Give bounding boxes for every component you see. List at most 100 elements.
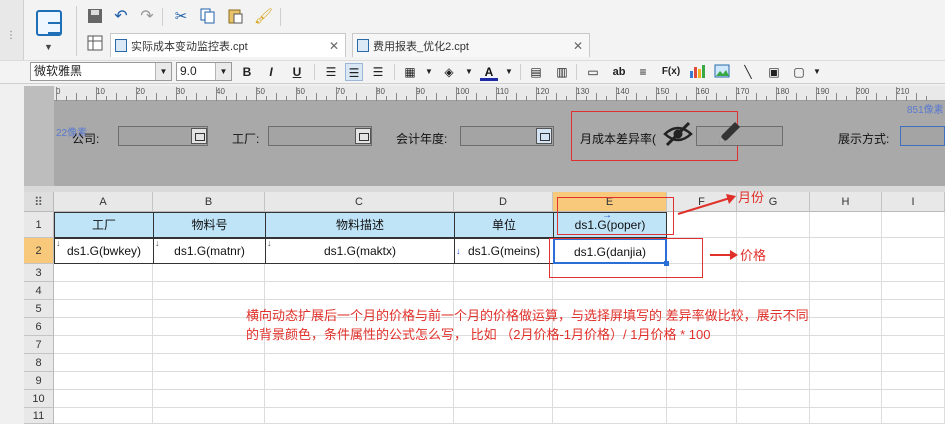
grid-cell[interactable] bbox=[667, 354, 737, 372]
underline-button[interactable]: U bbox=[288, 63, 306, 81]
row-header-6[interactable]: 6 bbox=[24, 318, 54, 336]
grid-cell[interactable] bbox=[553, 282, 667, 300]
grid-cell[interactable] bbox=[810, 372, 882, 390]
grid-cell[interactable] bbox=[882, 390, 945, 408]
grid-cell[interactable] bbox=[667, 408, 737, 424]
grid-cell[interactable] bbox=[737, 408, 810, 424]
close-icon[interactable]: ✕ bbox=[573, 39, 583, 53]
column-header-c[interactable]: C bbox=[265, 192, 454, 212]
grid-cell[interactable] bbox=[54, 336, 153, 354]
row-header-2[interactable]: 2 bbox=[24, 238, 54, 264]
grid-cell[interactable] bbox=[737, 354, 810, 372]
row-header-3[interactable]: 3 bbox=[24, 264, 54, 282]
save-icon[interactable] bbox=[86, 8, 104, 26]
tree-picker-icon[interactable] bbox=[355, 128, 371, 144]
grid-cell[interactable] bbox=[454, 264, 553, 282]
grid-cell[interactable] bbox=[882, 336, 945, 354]
column-header-h[interactable]: H bbox=[810, 192, 882, 212]
border-icon[interactable]: ▦ bbox=[401, 63, 419, 81]
grid-cell[interactable] bbox=[810, 390, 882, 408]
grid-cell[interactable] bbox=[810, 238, 882, 264]
slash-line-icon[interactable]: ╲ bbox=[739, 63, 757, 81]
header-cell-unit[interactable]: 单位 bbox=[454, 212, 554, 238]
select-all-corner[interactable]: ⠿ bbox=[24, 192, 54, 212]
align-left-icon[interactable]: ☰ bbox=[322, 63, 340, 81]
data-cell-maktx[interactable]: ds1.G(maktx) bbox=[265, 238, 455, 264]
grid-cell[interactable] bbox=[265, 372, 454, 390]
template-preview-button[interactable]: ▼ bbox=[30, 6, 70, 54]
grid-cell[interactable] bbox=[454, 354, 553, 372]
paragraph-icon[interactable]: ≡ bbox=[634, 63, 652, 81]
chevron-down-icon[interactable]: ▼ bbox=[420, 63, 438, 81]
tab-cost-monitor[interactable]: 实际成本变动监控表.cpt ✕ bbox=[110, 33, 346, 57]
row-header-9[interactable]: 9 bbox=[24, 372, 54, 390]
grid-cell[interactable] bbox=[153, 408, 265, 424]
grid-cell[interactable] bbox=[882, 372, 945, 390]
text-field-icon[interactable]: ▭ bbox=[584, 63, 602, 81]
grid-cell[interactable] bbox=[810, 408, 882, 424]
display-mode-input[interactable] bbox=[900, 126, 945, 146]
grid-cell[interactable] bbox=[553, 354, 667, 372]
grid-cell[interactable] bbox=[54, 282, 153, 300]
grid-cell[interactable] bbox=[810, 300, 882, 318]
italic-button[interactable]: I bbox=[262, 63, 280, 81]
tab-expense-report[interactable]: 费用报表_优化2.cpt ✕ bbox=[352, 33, 590, 57]
grid-cell[interactable] bbox=[810, 212, 882, 238]
grid-cell[interactable] bbox=[810, 336, 882, 354]
sub-report-icon[interactable]: ▣ bbox=[765, 63, 783, 81]
grid-cell[interactable] bbox=[882, 408, 945, 424]
bold-button[interactable]: B bbox=[238, 63, 256, 81]
grid-cell[interactable] bbox=[737, 282, 810, 300]
paste-icon[interactable] bbox=[226, 8, 244, 26]
row-header-5[interactable]: 5 bbox=[24, 300, 54, 318]
column-header-b[interactable]: B bbox=[153, 192, 265, 212]
grid-cell[interactable] bbox=[737, 390, 810, 408]
row-header-4[interactable]: 4 bbox=[24, 282, 54, 300]
grid-cell[interactable] bbox=[810, 264, 882, 282]
grid-cell[interactable] bbox=[153, 372, 265, 390]
format-painter-icon[interactable]: 🖌 bbox=[254, 8, 273, 26]
image-icon[interactable] bbox=[713, 63, 731, 81]
grid-cell[interactable] bbox=[882, 212, 945, 238]
grid-cell[interactable] bbox=[667, 372, 737, 390]
row-header-10[interactable]: 10 bbox=[24, 390, 54, 408]
grid-cell[interactable] bbox=[153, 264, 265, 282]
tree-picker-icon[interactable] bbox=[191, 128, 207, 144]
column-header-d[interactable]: D bbox=[454, 192, 553, 212]
dock-grip-icon[interactable]: ⋮ bbox=[6, 30, 16, 42]
cut-icon[interactable]: ✂ bbox=[172, 8, 190, 26]
grid-cell[interactable] bbox=[454, 372, 553, 390]
row-header-11[interactable]: 11 bbox=[24, 408, 54, 424]
grid-cell[interactable] bbox=[265, 354, 454, 372]
font-size-select[interactable]: 9.0 ▼ bbox=[176, 62, 232, 81]
undo-icon[interactable]: ↶ bbox=[112, 8, 130, 26]
data-cell-matnr[interactable]: ds1.G(matnr) bbox=[153, 238, 266, 264]
grid-cell[interactable] bbox=[54, 300, 153, 318]
grid-cell[interactable] bbox=[265, 390, 454, 408]
grid-cell[interactable] bbox=[54, 408, 153, 424]
chevron-down-icon[interactable]: ▼ bbox=[500, 63, 518, 81]
text-widget-button[interactable]: ab bbox=[608, 63, 630, 81]
grid-cell[interactable] bbox=[153, 354, 265, 372]
chevron-down-icon[interactable]: ▼ bbox=[808, 63, 826, 81]
grid-cell[interactable] bbox=[153, 390, 265, 408]
new-tab-icon[interactable] bbox=[86, 35, 104, 53]
copy-icon[interactable] bbox=[198, 8, 216, 26]
grid-cell[interactable] bbox=[882, 282, 945, 300]
grid-cell[interactable] bbox=[737, 336, 810, 354]
header-cell-material-desc[interactable]: 物料描述 bbox=[265, 212, 455, 238]
data-cell-bwkey[interactable]: ds1.G(bwkey) bbox=[54, 238, 154, 264]
row-header-7[interactable]: 7 bbox=[24, 336, 54, 354]
grid-cell[interactable] bbox=[454, 390, 553, 408]
fill-color-icon[interactable]: ◈ bbox=[440, 63, 458, 81]
grid-cell[interactable] bbox=[882, 264, 945, 282]
dropdown-icon[interactable] bbox=[536, 128, 552, 144]
grid-cell[interactable] bbox=[265, 264, 454, 282]
insert-column-icon[interactable]: ▥ bbox=[553, 63, 571, 81]
grid-cell[interactable] bbox=[265, 282, 454, 300]
grid-cell[interactable] bbox=[737, 372, 810, 390]
grid-cell[interactable] bbox=[54, 264, 153, 282]
data-cell-meins[interactable]: ds1.G(meins) bbox=[454, 238, 554, 264]
row-header-1[interactable]: 1 bbox=[24, 212, 54, 238]
formula-button[interactable]: F(x) bbox=[660, 63, 682, 81]
